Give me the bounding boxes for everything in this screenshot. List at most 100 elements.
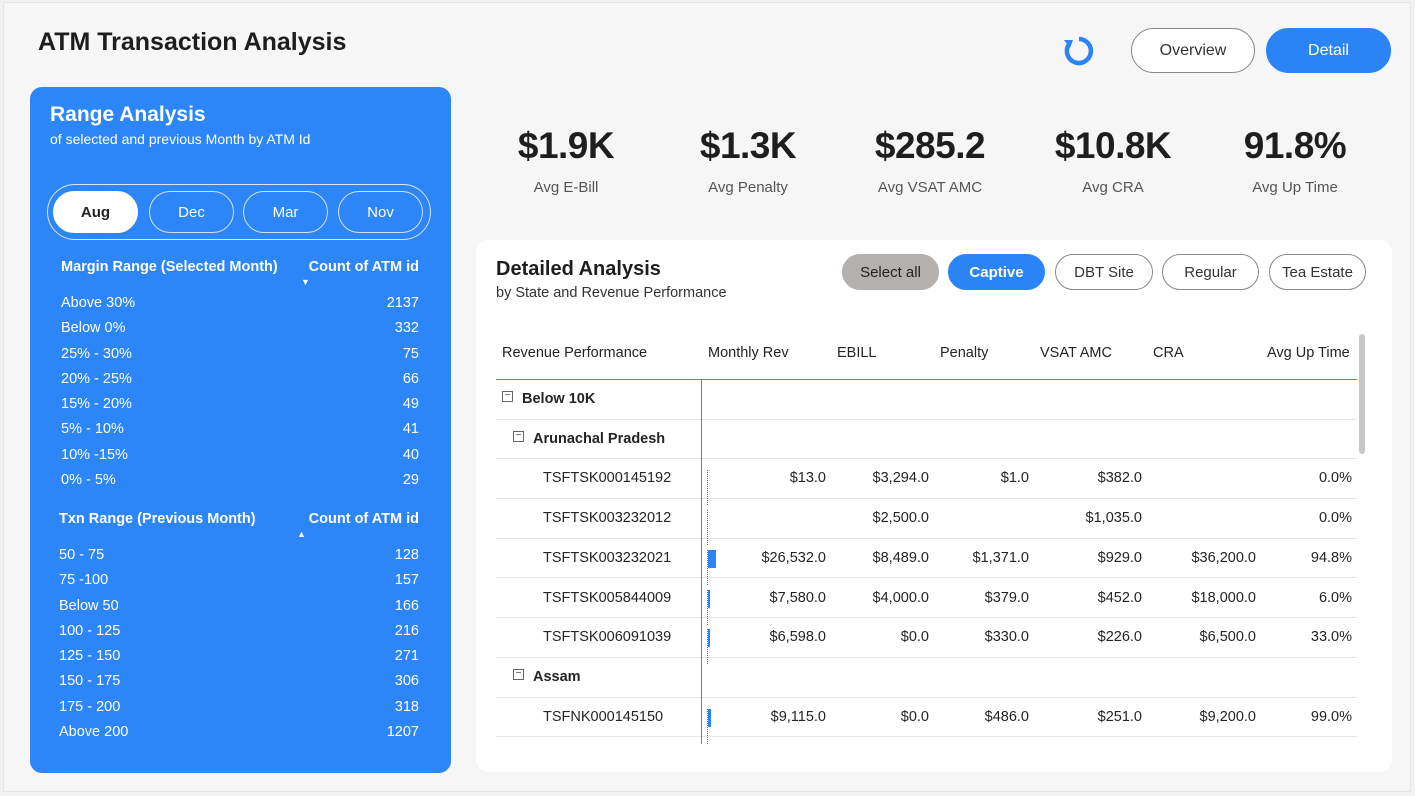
txn-range-table: Txn Range (Previous Month) Count of ATM … <box>57 511 419 745</box>
cell-cra: $9,200.0 <box>1199 708 1256 725</box>
page-title: ATM Transaction Analysis <box>38 28 347 56</box>
range-row[interactable]: 0% - 5% 29 <box>59 468 419 493</box>
range-label: 25% - 30% <box>61 345 132 362</box>
matrix-divider <box>701 380 702 744</box>
sort-desc-icon: ▼ <box>301 277 310 287</box>
cell-vsat: $382.0 <box>1097 470 1142 487</box>
txn-range-header[interactable]: Txn Range (Previous Month) <box>59 511 256 527</box>
range-count: 128 <box>394 547 419 563</box>
filter-captive[interactable]: Captive <box>948 254 1045 290</box>
margin-range-table: Margin Range (Selected Month) Count of A… <box>59 259 419 493</box>
margin-count-header[interactable]: Count of ATM id <box>309 259 419 275</box>
table-row[interactable]: TSFTSK006091039 $6,598.0 $0.0 $330.0 $226.0 $… <box>496 618 1357 665</box>
range-label: 150 - 175 <box>59 673 121 690</box>
filter-select-all[interactable]: Select all <box>842 254 939 290</box>
col-header-revenue-performance[interactable]: Revenue Performance <box>502 345 647 361</box>
collapse-icon[interactable]: − <box>502 391 513 402</box>
kpi-label: Avg CRA <box>1082 179 1144 196</box>
kpi-value: 91.8% <box>1243 125 1347 166</box>
atm-id-label: TSFTSK003232021 <box>543 549 672 566</box>
table-row[interactable]: TSFTSK003232021 $26,532.0 $8,489.0 $1,371.0… <box>496 539 1357 585</box>
filter-dbt-site[interactable]: DBT Site <box>1055 254 1153 290</box>
range-row[interactable]: 5% - 10% 41 <box>59 417 419 442</box>
range-row[interactable]: 20% - 25% 66 <box>59 367 419 392</box>
cell-penalty: $1,371.0 <box>972 549 1029 566</box>
range-row[interactable]: Below 0% 332 <box>59 316 419 341</box>
cell-uptime: 94.8% <box>1310 549 1352 566</box>
range-row[interactable]: Above 30% 2137 <box>59 291 419 316</box>
cell-penalty: $330.0 <box>984 629 1029 646</box>
range-count: 271 <box>394 648 419 665</box>
range-row[interactable]: 175 - 200 318 <box>57 695 419 720</box>
kpi-avg-penalty: $1.3K Avg Penalty <box>658 125 838 196</box>
range-count: 157 <box>394 572 419 589</box>
table-row[interactable]: TSFTSK000145192 $13.0 $3,294.0 $1.0 $382.0 0.… <box>496 459 1357 506</box>
table-row[interactable]: TSFTSK005844009 $7,580.0 $4,000.0 $379.0 $45… <box>496 579 1357 625</box>
filter-regular[interactable]: Regular <box>1162 254 1259 290</box>
monthly-rev-databar <box>708 708 711 727</box>
cell-cra: $36,200.0 <box>1191 549 1256 566</box>
margin-range-header[interactable]: Margin Range (Selected Month) <box>61 259 278 275</box>
table-row[interactable]: TSFNK000145150 $9,115.0 $0.0 $486.0 $251.0 $9… <box>496 698 1357 744</box>
col-header-avg-up-time[interactable]: Avg Up Time <box>1267 345 1350 361</box>
col-header-penalty[interactable]: Penalty <box>940 345 988 361</box>
kpi-value: $1.9K <box>517 125 615 166</box>
range-label: 20% - 25% <box>61 370 132 387</box>
atm-id-label: TSFTSK006091039 <box>543 629 672 646</box>
txn-count-header[interactable]: Count of ATM id <box>309 511 419 527</box>
detailed-analysis-subtitle: by State and Revenue Performance <box>496 285 727 301</box>
range-row[interactable]: 50 - 75 128 <box>57 543 419 568</box>
cell-ebill: $2,500.0 <box>872 510 929 527</box>
range-count: 1207 <box>386 724 419 741</box>
range-row[interactable]: 125 - 150 271 <box>57 644 419 669</box>
range-row[interactable]: 150 - 175 306 <box>57 669 419 694</box>
collapse-icon[interactable]: − <box>513 668 524 680</box>
range-row[interactable]: 10% -15% 40 <box>59 443 419 468</box>
range-row[interactable]: 75 -100 157 <box>57 568 419 593</box>
cell-monthly-rev: $26,532.0 <box>761 549 826 566</box>
kpi-value: $10.8K <box>1054 125 1172 166</box>
atm-id-label: TSFNK000145150 <box>543 708 664 725</box>
range-count: 318 <box>394 698 419 715</box>
group-row[interactable]: − Below 10K <box>496 380 1357 420</box>
col-header-vsat-amc[interactable]: VSAT AMC <box>1040 345 1112 361</box>
atm-id-label: TSFTSK000145192 <box>543 470 672 487</box>
detailed-analysis-title: Detailed Analysis <box>496 258 661 280</box>
cell-monthly-rev: $13.0 <box>789 470 826 487</box>
cell-uptime: 33.0% <box>1310 629 1352 646</box>
col-header-ebill[interactable]: EBILL <box>837 345 877 361</box>
month-button-aug[interactable]: Aug <box>53 191 138 233</box>
month-button-dec[interactable]: Dec <box>149 191 234 233</box>
range-count: 41 <box>402 421 419 438</box>
cell-uptime: 99.0% <box>1310 708 1352 725</box>
range-label: Above 200 <box>59 724 129 741</box>
month-button-nov[interactable]: Nov <box>338 191 423 233</box>
range-count: 2137 <box>386 295 419 311</box>
refresh-icon[interactable] <box>1062 34 1096 68</box>
margin-table-header: Margin Range (Selected Month) Count of A… <box>59 259 419 291</box>
filter-tea-estate[interactable]: Tea Estate <box>1269 254 1366 290</box>
range-count: 332 <box>394 320 419 337</box>
subgroup-row[interactable]: − Assam <box>496 658 1357 698</box>
range-row[interactable]: 25% - 30% 75 <box>59 342 419 367</box>
kpi-value: $1.3K <box>699 125 797 166</box>
sort-asc-icon: ▲ <box>297 529 306 539</box>
subgroup-row[interactable]: − Arunachal Pradesh <box>496 420 1357 460</box>
month-button-mar[interactable]: Mar <box>243 191 328 233</box>
range-row[interactable]: 15% - 20% 49 <box>59 392 419 417</box>
col-header-monthly-rev[interactable]: Monthly Rev <box>708 345 789 361</box>
atm-id-label: TSFTSK005844009 <box>543 589 672 606</box>
kpi-avg-vsat-amc: $285.2 Avg VSAT AMC <box>840 125 1020 196</box>
collapse-icon[interactable]: − <box>513 430 524 442</box>
txn-table-header: Txn Range (Previous Month) Count of ATM … <box>57 511 419 543</box>
range-row[interactable]: 100 - 125 216 <box>57 619 419 644</box>
range-row[interactable]: Above 200 1207 <box>57 720 419 745</box>
range-label: Below 0% <box>61 320 126 337</box>
range-count: 66 <box>402 370 419 387</box>
range-row[interactable]: Below 50 166 <box>57 594 419 619</box>
detail-button[interactable]: Detail <box>1266 28 1391 73</box>
table-row[interactable]: TSFTSK003232012 $2,500.0 $1,035.0 0.0% <box>496 499 1357 546</box>
overview-button[interactable]: Overview <box>1131 28 1255 73</box>
matrix-scrollbar[interactable] <box>1359 334 1365 454</box>
col-header-cra[interactable]: CRA <box>1153 345 1184 361</box>
